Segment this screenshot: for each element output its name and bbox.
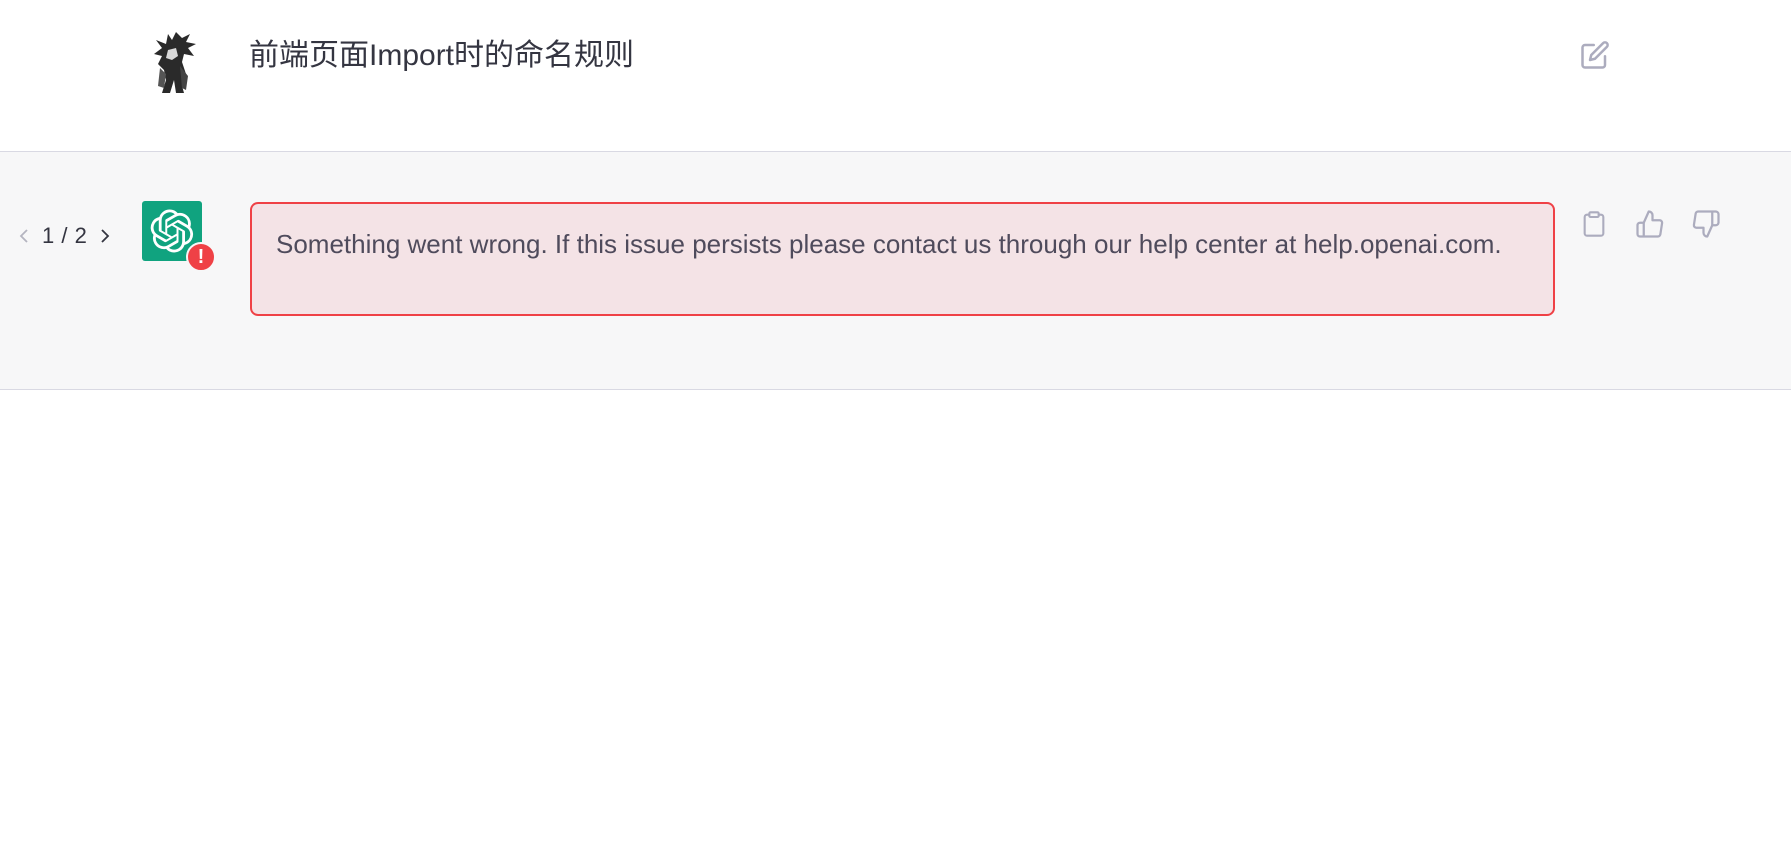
thumbs-down-icon xyxy=(1692,210,1720,238)
thumbs-up-icon xyxy=(1636,210,1664,238)
user-message-text: 前端页面Import时的命名规则 xyxy=(249,39,635,72)
openai-logo-icon xyxy=(150,209,194,253)
previous-response-button[interactable] xyxy=(14,222,34,250)
edit-button[interactable] xyxy=(1578,38,1612,72)
chevron-right-icon xyxy=(101,229,110,243)
error-message-text: Something went wrong. If this issue pers… xyxy=(276,229,1502,259)
response-pager: 1 / 2 xyxy=(14,220,115,252)
user-avatar xyxy=(146,30,200,93)
assistant-message-row: 1 / 2 ! Something went wrong. If this is… xyxy=(0,152,1791,390)
edit-icon xyxy=(1581,41,1609,69)
error-message: Something went wrong. If this issue pers… xyxy=(250,202,1555,316)
pager-count: 1 / 2 xyxy=(42,223,88,248)
message-actions xyxy=(1576,206,1724,242)
thumbs-down-button[interactable] xyxy=(1688,206,1724,242)
clipboard-icon xyxy=(1583,211,1605,237)
error-badge: ! xyxy=(186,242,216,272)
copy-button[interactable] xyxy=(1576,206,1612,242)
chevron-left-icon xyxy=(19,229,28,243)
next-response-button[interactable] xyxy=(95,222,115,250)
user-avatar-image xyxy=(154,32,196,93)
thumbs-up-button[interactable] xyxy=(1632,206,1668,242)
user-message-row: 前端页面Import时的命名规则 xyxy=(0,0,1791,152)
